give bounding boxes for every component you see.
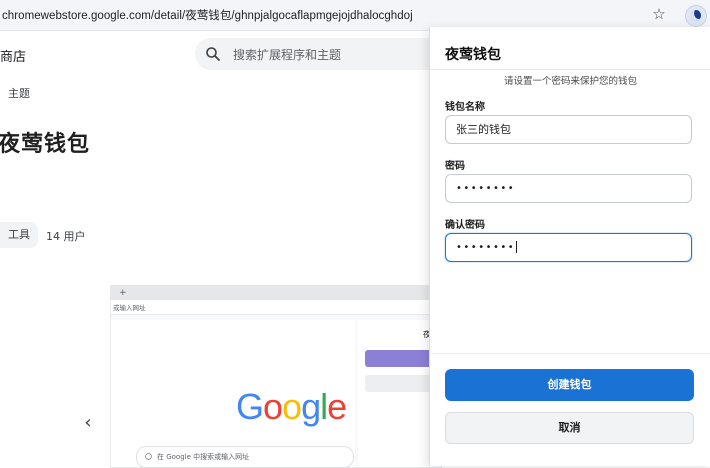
- popup-divider: [430, 69, 710, 70]
- preview-address-bar: 或输入网址: [111, 300, 441, 315]
- create-wallet-button[interactable]: 创建钱包: [445, 369, 694, 401]
- cancel-button[interactable]: 取消: [445, 412, 694, 444]
- store-header-label[interactable]: 商店: [0, 46, 26, 65]
- carousel-prev-icon[interactable]: ‹: [78, 412, 98, 434]
- confirm-password-field[interactable]: ••••••••: [445, 233, 692, 262]
- confirm-password-label: 确认密码: [445, 220, 485, 231]
- preview-search-box: 在 Google 中搜索或输入网址: [136, 446, 354, 468]
- popup-title: 夜莺钱包: [445, 47, 501, 63]
- password-field[interactable]: ••••••••: [445, 174, 692, 203]
- wallet-extension-icon[interactable]: [685, 5, 707, 27]
- preview-tabbar: +: [111, 286, 441, 300]
- popup-bottom-divider: [430, 353, 710, 354]
- screenshot-preview: + 或输入网址 夜: [110, 285, 442, 468]
- google-letter: G: [236, 386, 264, 427]
- breadcrumb-theme[interactable]: 主题: [8, 85, 30, 101]
- wallet-name-field[interactable]: 张三的钱包: [445, 115, 692, 144]
- preview-search-icon: [145, 453, 152, 460]
- text-caret: [516, 241, 518, 253]
- users-count: 14 用户: [46, 230, 86, 243]
- popup-subtitle: 请设置一个密码来保护您的钱包: [503, 76, 637, 87]
- wallet-name-label: 钱包名称: [445, 102, 485, 113]
- confirm-password-value: ••••••••: [456, 242, 516, 253]
- page-title: 夜莺钱包: [0, 132, 91, 157]
- google-letter: o: [263, 386, 283, 427]
- google-letter: g: [301, 386, 321, 427]
- google-letter: o: [282, 386, 302, 427]
- category-chip[interactable]: 工具: [0, 222, 38, 248]
- preview-address-text: 或输入网址: [113, 304, 146, 312]
- preview-search-placeholder: 在 Google 中搜索或输入网址: [157, 453, 250, 461]
- star-icon[interactable]: ☆: [651, 6, 667, 22]
- wallet-popup: 夜莺钱包 请设置一个密码来保护您的钱包 钱包名称 张三的钱包 密码 ••••••…: [429, 27, 710, 466]
- google-letter: e: [327, 386, 347, 427]
- search-icon: [206, 47, 220, 61]
- preview-new-tab: +: [119, 288, 127, 298]
- password-label: 密码: [445, 161, 465, 172]
- url-text[interactable]: chromewebstore.google.com/detail/夜莺钱包/gh…: [2, 7, 413, 23]
- store-search-placeholder[interactable]: 搜索扩展程序和主题: [233, 46, 341, 63]
- google-logo: Google: [236, 386, 347, 428]
